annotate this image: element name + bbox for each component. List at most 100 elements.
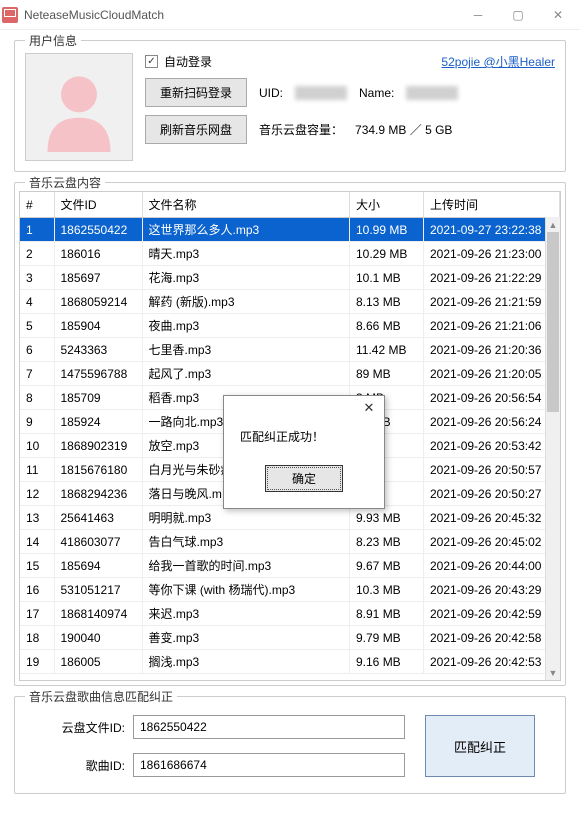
cell-name: 夜曲.mp3	[142, 314, 350, 338]
match-correction-group: 音乐云盘歌曲信息匹配纠正 云盘文件ID: 歌曲ID: 匹配纠正	[14, 696, 566, 794]
cell-idx: 19	[20, 650, 54, 674]
name-value	[406, 86, 458, 100]
table-row[interactable]: 11862550422这世界那么多人.mp310.99 MB2021-09-27…	[20, 218, 560, 242]
col-name[interactable]: 文件名称	[142, 192, 350, 218]
cell-time: 2021-09-26 20:56:24	[424, 410, 560, 434]
cell-name: 等你下课 (with 杨瑞代).mp3	[142, 578, 350, 602]
table-row[interactable]: 65243363七里香.mp311.42 MB2021-09-26 21:20:…	[20, 338, 560, 362]
table-row[interactable]: 1325641463明明就.mp39.93 MB2021-09-26 20:45…	[20, 506, 560, 530]
cell-size: 10.29 MB	[350, 242, 424, 266]
avatar	[25, 53, 133, 161]
name-label: Name:	[359, 86, 394, 100]
cell-file_id: 185904	[54, 314, 142, 338]
col-index[interactable]: #	[20, 192, 54, 218]
capacity-label: 音乐云盘容量：	[259, 121, 343, 138]
cell-file_id: 186005	[54, 650, 142, 674]
success-dialog: ✕ 匹配纠正成功！ 确定	[223, 395, 385, 509]
cell-idx: 18	[20, 626, 54, 650]
table-row[interactable]: 3185697花海.mp310.1 MB2021-09-26 21:22:29	[20, 266, 560, 290]
cell-size: 11.42 MB	[350, 338, 424, 362]
cell-file_id: 1862550422	[54, 218, 142, 242]
cell-time: 2021-09-26 21:23:00	[424, 242, 560, 266]
col-size[interactable]: 大小	[350, 192, 424, 218]
cell-file_id: 185709	[54, 386, 142, 410]
cell-time: 2021-09-26 20:42:58	[424, 626, 560, 650]
cell-idx: 7	[20, 362, 54, 386]
cell-name: 来迟.mp3	[142, 602, 350, 626]
scroll-up-icon[interactable]: ▲	[546, 217, 560, 232]
col-file-id[interactable]: 文件ID	[54, 192, 142, 218]
minimize-button[interactable]: ─	[458, 1, 498, 29]
table-row[interactable]: 2186016晴天.mp310.29 MB2021-09-26 21:23:00	[20, 242, 560, 266]
cell-name: 搁浅.mp3	[142, 650, 350, 674]
song-id-label: 歌曲ID:	[45, 757, 125, 774]
cell-name: 七里香.mp3	[142, 338, 350, 362]
cell-idx: 2	[20, 242, 54, 266]
dialog-close-button[interactable]: ✕	[358, 398, 380, 418]
uid-value	[295, 86, 347, 100]
cell-file_id: 5243363	[54, 338, 142, 362]
cell-time: 2021-09-26 20:50:27	[424, 482, 560, 506]
table-row[interactable]: 71475596788起风了.mp389 MB2021-09-26 21:20:…	[20, 362, 560, 386]
cell-file_id: 185694	[54, 554, 142, 578]
credits-link[interactable]: 52pojie @小黑Healer	[441, 53, 555, 70]
cell-time: 2021-09-26 21:21:06	[424, 314, 560, 338]
table-row[interactable]: 5185904夜曲.mp38.66 MB2021-09-26 21:21:06	[20, 314, 560, 338]
cell-name: 解药 (新版).mp3	[142, 290, 350, 314]
table-row[interactable]: 15185694给我一首歌的时间.mp39.67 MB2021-09-26 20…	[20, 554, 560, 578]
window-title: NeteaseMusicCloudMatch	[24, 8, 458, 22]
cell-time: 2021-09-26 20:56:54	[424, 386, 560, 410]
cell-idx: 5	[20, 314, 54, 338]
cell-file_id: 1868059214	[54, 290, 142, 314]
table-row[interactable]: 171868140974来迟.mp38.91 MB2021-09-26 20:4…	[20, 602, 560, 626]
file-id-input[interactable]	[133, 715, 405, 739]
cell-time: 2021-09-26 20:44:00	[424, 554, 560, 578]
auto-login-checkbox[interactable]: ✓	[145, 55, 158, 68]
table-row[interactable]: 19186005搁浅.mp39.16 MB2021-09-26 20:42:53	[20, 650, 560, 674]
cell-file_id: 185924	[54, 410, 142, 434]
cell-size: 8.91 MB	[350, 602, 424, 626]
cell-name: 告白气球.mp3	[142, 530, 350, 554]
cell-idx: 4	[20, 290, 54, 314]
table-header-row: # 文件ID 文件名称 大小 上传时间	[20, 192, 560, 218]
table-row[interactable]: 16531051217等你下课 (with 杨瑞代).mp310.3 MB202…	[20, 578, 560, 602]
col-time[interactable]: 上传时间	[424, 192, 560, 218]
refresh-cloud-button[interactable]: 刷新音乐网盘	[145, 115, 247, 144]
cell-size: 8.13 MB	[350, 290, 424, 314]
cell-name: 花海.mp3	[142, 266, 350, 290]
table-row[interactable]: 18190040善变.mp39.79 MB2021-09-26 20:42:58	[20, 626, 560, 650]
cell-idx: 9	[20, 410, 54, 434]
cell-idx: 13	[20, 506, 54, 530]
cell-idx: 11	[20, 458, 54, 482]
cell-time: 2021-09-26 20:53:42	[424, 434, 560, 458]
cell-size: 10.3 MB	[350, 578, 424, 602]
cell-idx: 3	[20, 266, 54, 290]
cell-size: 10.99 MB	[350, 218, 424, 242]
match-submit-button[interactable]: 匹配纠正	[425, 715, 535, 777]
cell-size: 89 MB	[350, 362, 424, 386]
song-id-input[interactable]	[133, 753, 405, 777]
cell-time: 2021-09-26 20:42:59	[424, 602, 560, 626]
dialog-ok-button[interactable]: 确定	[265, 465, 343, 492]
table-row[interactable]: 14418603077告白气球.mp38.23 MB2021-09-26 20:…	[20, 530, 560, 554]
cell-file_id: 190040	[54, 626, 142, 650]
table-scrollbar[interactable]: ▲ ▼	[545, 217, 560, 680]
match-legend: 音乐云盘歌曲信息匹配纠正	[25, 688, 177, 705]
maximize-button[interactable]: ▢	[498, 1, 538, 29]
cell-size: 8.66 MB	[350, 314, 424, 338]
cell-file_id: 1868140974	[54, 602, 142, 626]
dialog-titlebar: ✕	[224, 396, 384, 420]
uid-label: UID:	[259, 86, 283, 100]
cell-file_id: 25641463	[54, 506, 142, 530]
scroll-down-icon[interactable]: ▼	[546, 665, 560, 680]
scroll-thumb[interactable]	[547, 232, 559, 412]
avatar-placeholder-icon	[34, 62, 124, 152]
close-button[interactable]: ✕	[538, 1, 578, 29]
cell-size: 9.16 MB	[350, 650, 424, 674]
rescan-login-button[interactable]: 重新扫码登录	[145, 78, 247, 107]
user-info-legend: 用户信息	[25, 32, 81, 49]
cell-time: 2021-09-27 23:22:38	[424, 218, 560, 242]
table-row[interactable]: 41868059214解药 (新版).mp38.13 MB2021-09-26 …	[20, 290, 560, 314]
cell-file_id: 185697	[54, 266, 142, 290]
cell-time: 2021-09-26 20:45:32	[424, 506, 560, 530]
